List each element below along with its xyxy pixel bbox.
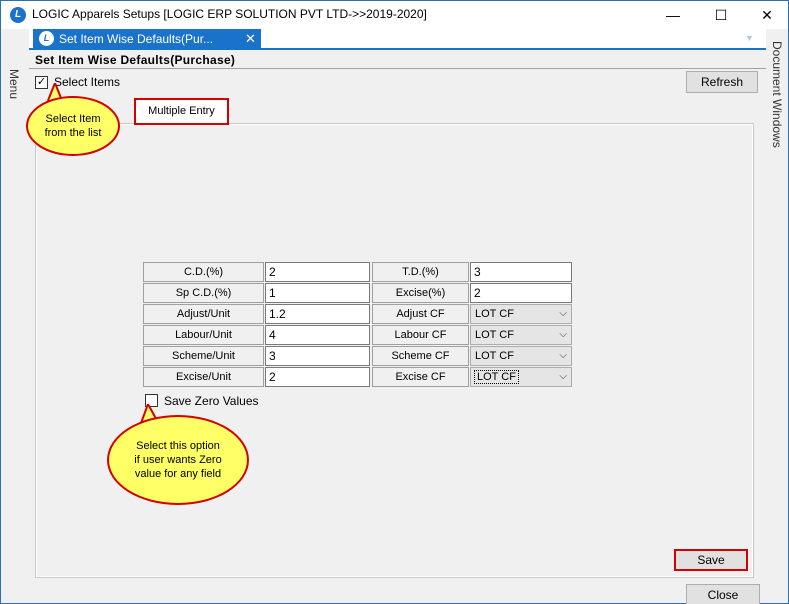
- labour-unit-input[interactable]: 4: [265, 325, 370, 345]
- excise-cf-label: Excise CF: [372, 367, 469, 387]
- chevron-down-icon[interactable]: ⌵: [559, 368, 567, 386]
- menu-label[interactable]: Menu: [7, 69, 21, 99]
- scheme-cf-value: LOT CF: [475, 350, 514, 362]
- save-zero-values-callout: Select this option if user wants Zero va…: [107, 415, 249, 505]
- menu-sidebar[interactable]: Menu: [1, 29, 29, 603]
- scheme-unit-input[interactable]: 3: [265, 346, 370, 366]
- excise-cf-select[interactable]: LOT CF ⌵: [470, 367, 572, 387]
- labour-cf-select[interactable]: LOT CF ⌵: [470, 325, 572, 345]
- tab-multiple-entry[interactable]: Multiple Entry: [134, 98, 229, 125]
- form-title: Set Item Wise Defaults(Purchase): [35, 53, 236, 67]
- document-windows-label[interactable]: Document Windows: [770, 41, 784, 148]
- td-percent-label: T.D.(%): [372, 262, 469, 282]
- application-window: L LOGIC Apparels Setups [LOGIC ERP SOLUT…: [0, 0, 789, 604]
- tab-label: Set Item Wise Defaults(Pur...: [59, 32, 214, 46]
- adjust-unit-label: Adjust/Unit: [143, 304, 264, 324]
- select-item-callout-text: Select Item from the list: [44, 113, 102, 139]
- title-divider: [29, 68, 766, 69]
- maximize-button[interactable]: ☐: [698, 1, 744, 29]
- labour-cf-value: LOT CF: [475, 329, 514, 341]
- cd-percent-label: C.D.(%): [143, 262, 264, 282]
- adjust-unit-input[interactable]: 1.2: [265, 304, 370, 324]
- adjust-cf-value: LOT CF: [475, 308, 514, 320]
- minimize-button[interactable]: —: [650, 1, 696, 29]
- select-item-callout: Select Item from the list: [26, 96, 120, 156]
- excise-cf-value: LOT CF: [474, 370, 519, 384]
- title-bar: L LOGIC Apparels Setups [LOGIC ERP SOLUT…: [1, 1, 788, 29]
- scheme-unit-label: Scheme/Unit: [143, 346, 264, 366]
- save-zero-values-label[interactable]: Save Zero Values: [164, 394, 259, 408]
- document-windows-sidebar[interactable]: Document Windows: [766, 29, 788, 603]
- save-button[interactable]: Save: [674, 549, 748, 571]
- adjust-cf-select[interactable]: LOT CF ⌵: [470, 304, 572, 324]
- chevron-down-icon[interactable]: ⌵: [559, 347, 567, 365]
- scheme-cf-select[interactable]: LOT CF ⌵: [470, 346, 572, 366]
- chevron-down-icon[interactable]: ⌵: [559, 305, 567, 323]
- scheme-cf-label: Scheme CF: [372, 346, 469, 366]
- chevron-down-icon[interactable]: ⌵: [559, 326, 567, 344]
- excise-percent-label: Excise(%): [372, 283, 469, 303]
- tab-set-item-wise-defaults[interactable]: L Set Item Wise Defaults(Pur... ✕: [33, 29, 261, 49]
- td-percent-input[interactable]: 3: [470, 262, 572, 282]
- document-tab-strip: L Set Item Wise Defaults(Pur... ✕ ▼: [29, 29, 766, 50]
- excise-percent-input[interactable]: 2: [470, 283, 572, 303]
- excise-unit-input[interactable]: 2: [265, 367, 370, 387]
- logic-logo-icon: L: [39, 31, 54, 46]
- excise-unit-label: Excise/Unit: [143, 367, 264, 387]
- close-button[interactable]: Close: [686, 584, 760, 604]
- close-tab-icon[interactable]: ✕: [245, 29, 256, 49]
- sp-cd-percent-input[interactable]: 1: [265, 283, 370, 303]
- adjust-cf-label: Adjust CF: [372, 304, 469, 324]
- labour-unit-label: Labour/Unit: [143, 325, 264, 345]
- cd-percent-input[interactable]: 2: [265, 262, 370, 282]
- app-logo-icon: L: [10, 7, 26, 23]
- refresh-button[interactable]: Refresh: [686, 71, 758, 93]
- tab-list-dropdown-icon[interactable]: ▼: [745, 33, 754, 43]
- close-window-button[interactable]: ✕: [744, 1, 789, 29]
- labour-cf-label: Labour CF: [372, 325, 469, 345]
- form-area: Set Item Wise Defaults(Purchase) ✓ Selec…: [29, 50, 766, 604]
- sp-cd-percent-label: Sp C.D.(%): [143, 283, 264, 303]
- save-zero-values-callout-text: Select this option if user wants Zero va…: [134, 440, 222, 480]
- window-title: LOGIC Apparels Setups [LOGIC ERP SOLUTIO…: [32, 7, 427, 21]
